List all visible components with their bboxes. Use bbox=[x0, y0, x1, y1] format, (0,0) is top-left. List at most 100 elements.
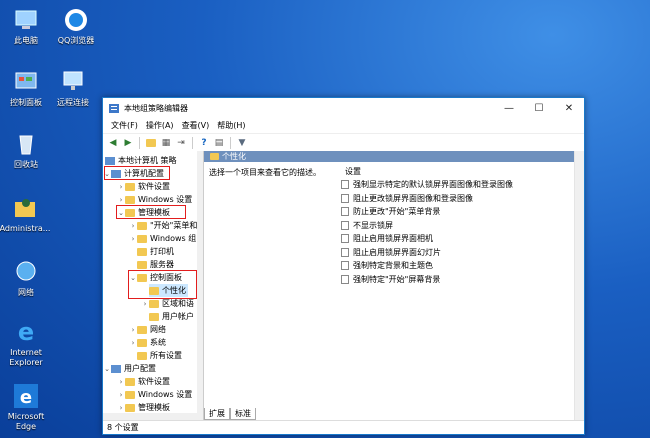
menu-help[interactable]: 帮助(H) bbox=[213, 120, 249, 131]
back-icon[interactable]: ◀ bbox=[107, 137, 119, 149]
folder-icon bbox=[137, 351, 147, 360]
tree-user-accounts[interactable]: 用户帐户 bbox=[149, 310, 194, 323]
tab-standard[interactable]: 标准 bbox=[230, 408, 256, 420]
desktop-icon-ie[interactable]: e Internet Explorer bbox=[0, 318, 52, 368]
minimize-button[interactable]: — bbox=[494, 98, 524, 118]
policy-row[interactable]: 阻止启用锁屏界面幻灯片 bbox=[341, 246, 571, 260]
svg-text:e: e bbox=[20, 387, 32, 408]
ie-icon: e bbox=[18, 318, 34, 346]
show-hide-tree-icon[interactable]: ▦ bbox=[160, 137, 172, 149]
folder-icon bbox=[149, 312, 159, 321]
up-folder-icon[interactable] bbox=[145, 137, 157, 149]
collapse-icon[interactable]: ⌄ bbox=[103, 365, 111, 373]
tree-user-config[interactable]: ⌄ 用户配置 bbox=[103, 362, 156, 375]
tree-user-software[interactable]: › 软件设置 bbox=[117, 375, 170, 388]
folder-icon bbox=[137, 260, 147, 269]
tab-extended[interactable]: 扩展 bbox=[204, 408, 230, 420]
expand-icon[interactable]: › bbox=[117, 183, 125, 191]
tree-start-menu[interactable]: › "开始"菜单和 bbox=[129, 219, 198, 232]
folder-icon bbox=[125, 182, 135, 191]
computer-icon bbox=[15, 10, 37, 29]
navigation-tree: 本地计算机 策略 ⌄ 计算机配置 › 软件设置 › Windows 设置 ⌄ 管理模板 … bbox=[103, 151, 204, 421]
desktop-icon-recycle-bin[interactable]: 回收站 bbox=[0, 130, 52, 170]
desktop-icon-network[interactable]: 网络 bbox=[0, 258, 52, 298]
policy-icon bbox=[341, 234, 349, 244]
title-bar[interactable]: 本地组策略编辑器 — ☐ ✕ bbox=[103, 98, 584, 118]
policy-row[interactable]: 防止更改"开始"菜单背景 bbox=[341, 205, 571, 219]
folder-icon bbox=[137, 234, 147, 243]
policy-row[interactable]: 不显示锁屏 bbox=[341, 219, 571, 233]
toolbar-divider bbox=[230, 136, 231, 149]
folder-icon bbox=[137, 247, 147, 256]
user-folder-icon bbox=[15, 199, 35, 217]
policy-icon bbox=[341, 247, 349, 257]
control-panel-icon bbox=[15, 72, 37, 89]
folder-icon bbox=[125, 390, 135, 399]
expand-icon[interactable]: › bbox=[129, 222, 137, 230]
details-pane: 个性化 选择一个项目来查看它的描述。 设置 强制显示特定的默认锁屏界面图像和登录… bbox=[204, 151, 584, 421]
desktop-icon-qq-browser[interactable]: QQ浏览器 bbox=[50, 6, 102, 46]
tree-system[interactable]: › 系统 bbox=[129, 336, 166, 349]
user-icon bbox=[111, 364, 121, 373]
tree-network[interactable]: › 网络 bbox=[129, 323, 166, 336]
policy-icon bbox=[105, 156, 115, 165]
menu-file[interactable]: 文件(F) bbox=[107, 120, 142, 131]
description-text: 选择一个项目来查看它的描述。 bbox=[209, 168, 321, 177]
maximize-button[interactable]: ☐ bbox=[524, 98, 554, 118]
tree-all-settings[interactable]: 所有设置 bbox=[137, 349, 182, 362]
desktop-icon-control-panel[interactable]: 控制面板 bbox=[0, 68, 52, 108]
policy-icon bbox=[341, 193, 349, 203]
policy-row[interactable]: 强制显示特定的默认锁屏界面图像和登录图像 bbox=[341, 178, 571, 192]
expand-icon[interactable]: › bbox=[117, 391, 125, 399]
expand-icon[interactable]: › bbox=[117, 404, 125, 412]
details-header: 个性化 bbox=[204, 151, 584, 162]
folder-icon bbox=[125, 195, 135, 204]
close-button[interactable]: ✕ bbox=[554, 98, 584, 118]
help-icon[interactable]: ? bbox=[198, 137, 210, 149]
menu-bar: 文件(F) 操作(A) 查看(V) 帮助(H) bbox=[103, 118, 584, 134]
filter-icon[interactable]: ▼ bbox=[236, 137, 248, 149]
policy-row[interactable]: 阻止启用锁屏界面相机 bbox=[341, 232, 571, 246]
window-title: 本地组策略编辑器 bbox=[124, 103, 188, 113]
settings-list: 设置 强制显示特定的默认锁屏界面图像和登录图像 阻止更改锁屏界面图像和登录图像 … bbox=[341, 165, 571, 286]
desktop-icon-administrator[interactable]: Administra... bbox=[0, 194, 51, 234]
highlight-box-control-panel bbox=[128, 270, 197, 299]
group-policy-editor-window: 本地组策略编辑器 — ☐ ✕ 文件(F) 操作(A) 查看(V) 帮助(H) ◀… bbox=[102, 97, 585, 435]
qq-browser-icon bbox=[65, 9, 87, 31]
folder-icon bbox=[125, 377, 135, 386]
tree-software[interactable]: › 软件设置 bbox=[117, 180, 170, 193]
forward-icon[interactable]: ▶ bbox=[122, 137, 134, 149]
folder-icon bbox=[125, 403, 135, 412]
details-scrollbar[interactable] bbox=[574, 151, 584, 421]
policy-row[interactable]: 阻止更改锁屏界面图像和登录图像 bbox=[341, 192, 571, 206]
column-header-setting[interactable]: 设置 bbox=[341, 165, 571, 178]
desktop-icon-remote[interactable]: 远程连接 bbox=[47, 68, 99, 108]
policy-icon bbox=[341, 207, 349, 217]
expand-icon[interactable]: › bbox=[141, 300, 149, 308]
main-content: 本地计算机 策略 ⌄ 计算机配置 › 软件设置 › Windows 设置 ⌄ 管理模板 … bbox=[103, 151, 584, 421]
folder-icon bbox=[210, 153, 219, 160]
menu-action[interactable]: 操作(A) bbox=[142, 120, 178, 131]
properties-icon[interactable]: ▤ bbox=[213, 137, 225, 149]
menu-view[interactable]: 查看(V) bbox=[178, 120, 214, 131]
tree-user-windows-settings[interactable]: › Windows 设置 bbox=[117, 388, 193, 401]
status-bar: 8 个设置 bbox=[103, 420, 584, 434]
policy-row[interactable]: 强制特定"开始"屏幕背景 bbox=[341, 273, 571, 287]
expand-icon[interactable]: › bbox=[117, 196, 125, 204]
remote-desktop-icon bbox=[63, 71, 83, 90]
tree-printers[interactable]: 打印机 bbox=[137, 245, 174, 258]
policy-icon bbox=[341, 261, 349, 271]
highlight-box-admin-templates bbox=[116, 205, 186, 219]
expand-icon[interactable]: › bbox=[117, 378, 125, 386]
svg-text:e: e bbox=[18, 318, 34, 346]
expand-icon[interactable]: › bbox=[129, 235, 137, 243]
tree-scrollbar[interactable] bbox=[197, 151, 203, 421]
expand-icon[interactable]: › bbox=[129, 339, 137, 347]
policy-row[interactable]: 强制特定背景和主题色 bbox=[341, 259, 571, 273]
desktop-icon-edge[interactable]: e Microsoft Edge bbox=[0, 382, 52, 432]
tree-windows-components[interactable]: › Windows 组 bbox=[129, 232, 197, 245]
toolbar-divider bbox=[139, 136, 140, 149]
export-list-icon[interactable]: ⇥ bbox=[175, 137, 187, 149]
expand-icon[interactable]: › bbox=[129, 326, 137, 334]
desktop-icon-this-pc[interactable]: 此电脑 bbox=[0, 6, 52, 46]
